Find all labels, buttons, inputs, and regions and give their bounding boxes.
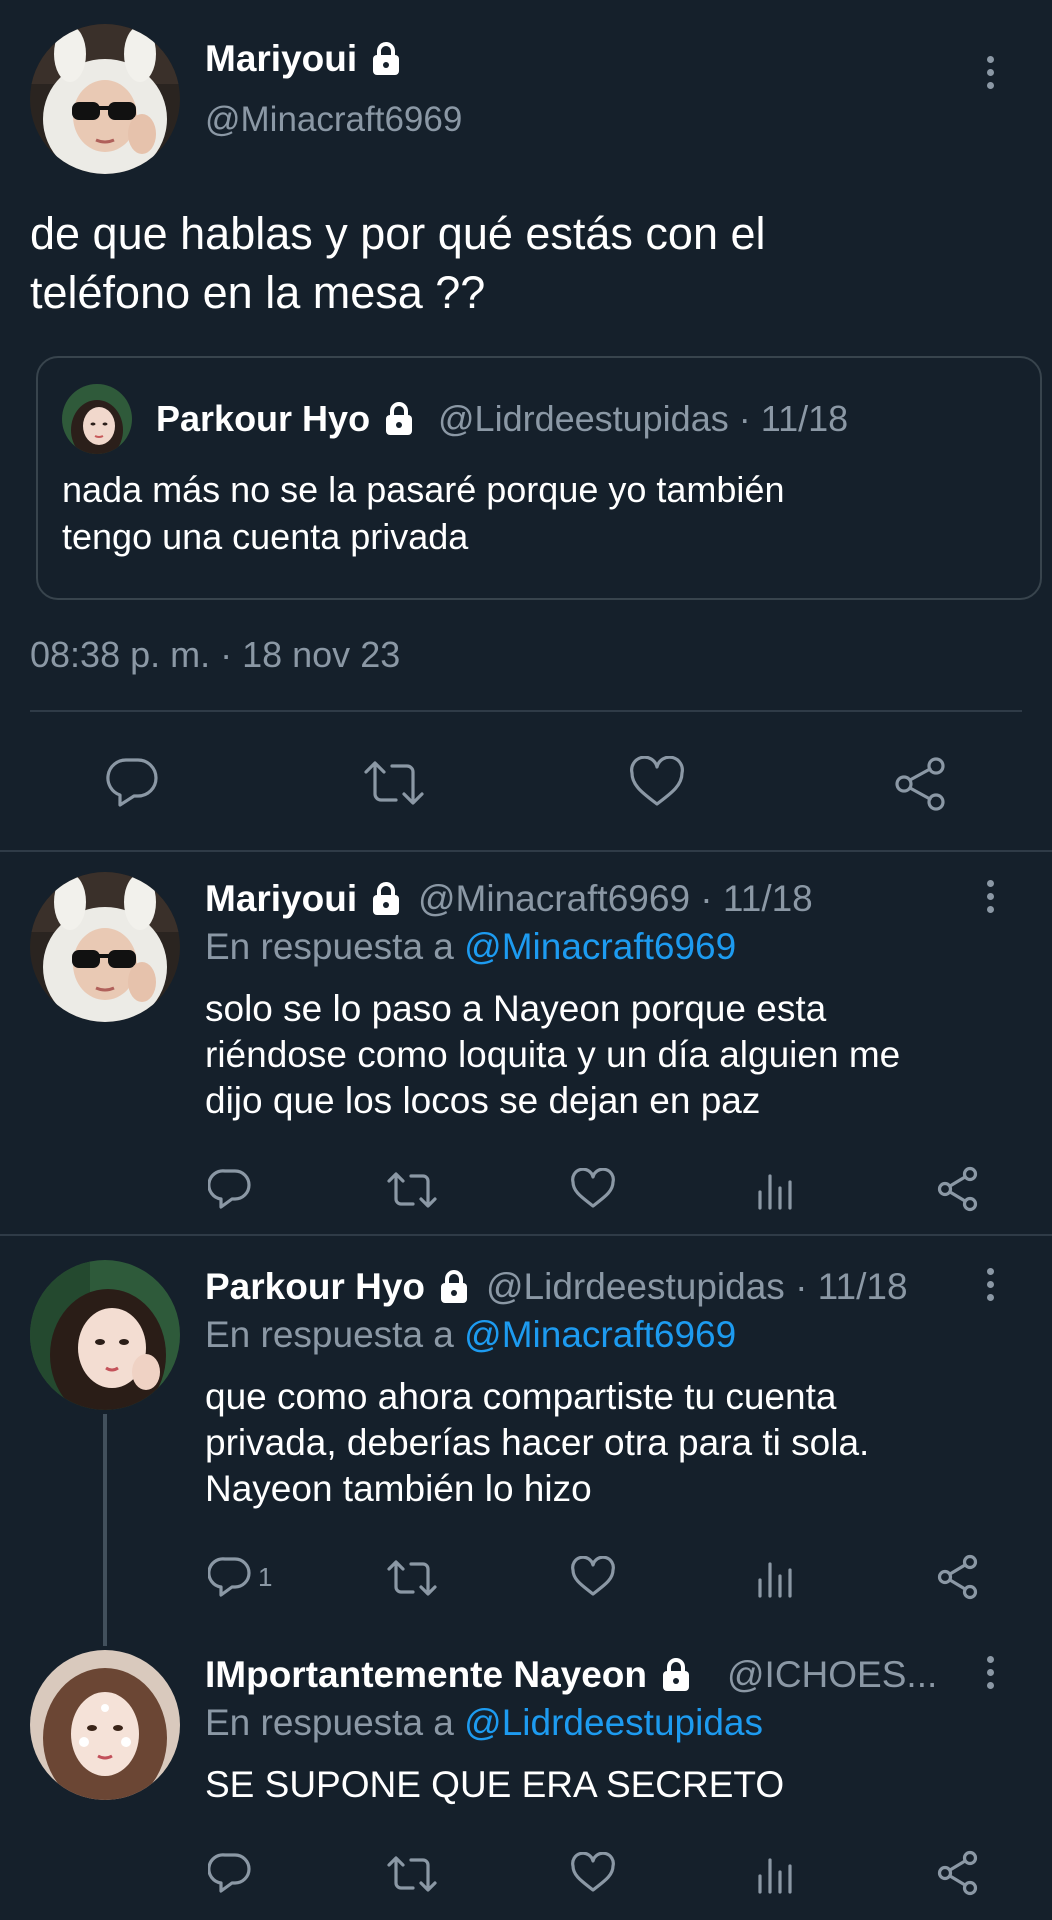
more-options-icon[interactable] <box>980 1656 1000 1689</box>
main-handle[interactable]: @Minacraft6969 <box>205 100 462 140</box>
display-name-text: Mariyoui <box>205 38 358 79</box>
analytics-icon[interactable] <box>756 1852 796 1894</box>
thread-connector-line <box>103 1414 107 1646</box>
avatar-mariyoui[interactable] <box>30 24 180 174</box>
reply-prefix: En respuesta a <box>205 926 454 967</box>
like-icon[interactable] <box>570 1852 616 1894</box>
like-icon[interactable] <box>570 1168 616 1210</box>
reply-display-name[interactable]: Mariyoui <box>205 878 401 920</box>
quote-line: tengo una cuenta privada <box>62 516 469 557</box>
quote-handle-date: @Lidrdeestupidas · 11/18 <box>438 398 849 439</box>
reply-text: SE SUPONE QUE ERA SECRETO <box>205 1762 784 1808</box>
timestamp-divider <box>30 710 1022 712</box>
analytics-icon[interactable] <box>756 1168 796 1210</box>
reply-icon[interactable] <box>208 1556 252 1598</box>
reply-icon[interactable] <box>208 1852 252 1894</box>
reply-icon[interactable] <box>104 756 160 808</box>
more-options-icon[interactable] <box>980 1268 1000 1301</box>
lock-icon <box>441 1270 468 1304</box>
section-divider <box>0 1234 1052 1236</box>
reply-line: privada, deberías hacer otra para ti sol… <box>205 1422 870 1463</box>
display-name-text: Parkour Hyo <box>156 398 371 439</box>
retweet-icon[interactable] <box>386 1170 438 1210</box>
lock-icon <box>386 402 413 436</box>
more-options-icon[interactable] <box>980 880 1000 913</box>
share-icon[interactable] <box>892 756 950 812</box>
reply-prefix: En respuesta a <box>205 1314 454 1355</box>
share-icon[interactable] <box>935 1166 981 1212</box>
avatar-nayeon[interactable] <box>30 1650 180 1800</box>
reply-context: En respuesta a @Lidrdeestupidas <box>205 1702 763 1744</box>
like-icon[interactable] <box>570 1556 616 1598</box>
retweet-icon[interactable] <box>362 758 426 808</box>
reply-text: que como ahora compartiste tu cuenta pri… <box>205 1374 869 1512</box>
more-options-icon[interactable] <box>980 56 1000 89</box>
avatar-parkour-hyo[interactable] <box>30 1260 180 1410</box>
section-divider <box>0 850 1052 852</box>
display-name-text: IMportantemente Nayeon <box>205 1654 648 1695</box>
quote-text: nada más no se la pasaré porque yo tambi… <box>62 466 784 560</box>
display-name-text: Mariyoui <box>205 878 358 919</box>
reply-line: Nayeon también lo hizo <box>205 1468 592 1509</box>
retweet-icon[interactable] <box>386 1854 438 1894</box>
lock-icon <box>663 1658 690 1692</box>
reply-to-link[interactable]: @Minacraft6969 <box>464 1314 736 1355</box>
share-icon[interactable] <box>935 1554 981 1600</box>
main-display-name[interactable]: Mariyoui <box>205 38 401 80</box>
reply-prefix: En respuesta a <box>205 1702 454 1743</box>
reply-text: solo se lo paso a Nayeon porque esta rié… <box>205 986 900 1124</box>
reply-line: solo se lo paso a Nayeon porque esta <box>205 988 827 1029</box>
reply-to-link[interactable]: @Lidrdeestupidas <box>464 1702 763 1743</box>
avatar-mariyoui[interactable] <box>30 872 180 1022</box>
reply-context: En respuesta a @Minacraft6969 <box>205 926 736 968</box>
tweet-timestamp: 08:38 p. m. · 18 nov 23 <box>30 634 401 675</box>
lock-icon <box>373 882 400 916</box>
reply-icon[interactable] <box>208 1168 252 1210</box>
display-name-text: Parkour Hyo <box>205 1266 426 1307</box>
reply-context: En respuesta a @Minacraft6969 <box>205 1314 736 1356</box>
quote-line: nada más no se la pasaré porque yo tambi… <box>62 469 785 510</box>
lock-icon <box>373 42 400 76</box>
retweet-icon[interactable] <box>386 1558 438 1598</box>
reply-handle-date: @Lidrdeestupidas · 11/18 <box>486 1266 908 1307</box>
main-tweet-line: teléfono en la mesa ?? <box>30 267 486 318</box>
reply-line: dijo que los locos se dejan en paz <box>205 1080 761 1121</box>
reply-line: que como ahora compartiste tu cuenta <box>205 1376 837 1417</box>
reply-to-link[interactable]: @Minacraft6969 <box>464 926 736 967</box>
reply-display-name[interactable]: IMportantemente Nayeon <box>205 1654 691 1696</box>
reply-handle-date: @Minacraft6969 · 11/18 <box>418 878 813 919</box>
main-tweet-line: de que hablas y por qué estás con el <box>30 208 766 259</box>
analytics-icon[interactable] <box>756 1556 796 1598</box>
avatar-parkour-hyo-small <box>62 384 132 454</box>
share-icon[interactable] <box>935 1850 981 1896</box>
quote-display-name[interactable]: Parkour Hyo <box>156 398 414 440</box>
quote-tweet-card[interactable]: Parkour Hyo @Lidrdeestupidas · 11/18 nad… <box>36 356 1042 600</box>
reply-display-name[interactable]: Parkour Hyo <box>205 1266 469 1308</box>
reply-count: 1 <box>258 1562 273 1592</box>
like-icon[interactable] <box>628 756 686 808</box>
reply-handle-date: @ICHOES... <box>727 1654 938 1695</box>
reply-line: riéndose como loquita y un día alguien m… <box>205 1034 901 1075</box>
reply-line: SE SUPONE QUE ERA SECRETO <box>205 1764 785 1805</box>
main-tweet-text: de que hablas y por qué estás con el tel… <box>30 204 766 322</box>
